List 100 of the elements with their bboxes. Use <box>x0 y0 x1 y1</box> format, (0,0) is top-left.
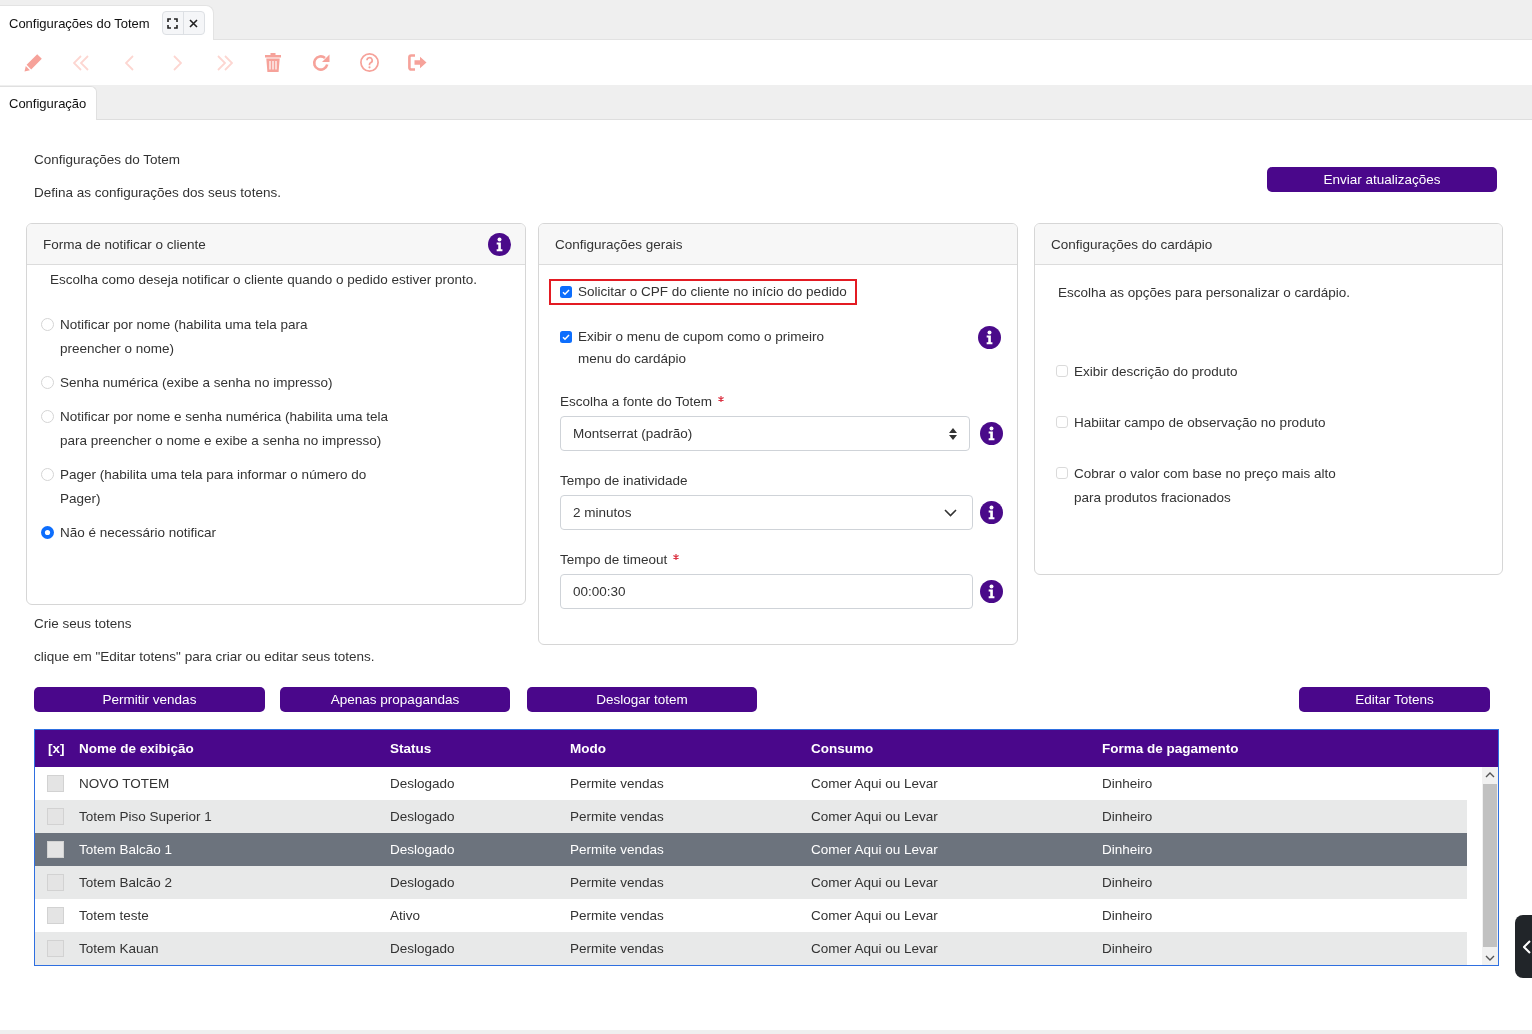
card-description: Escolha como deseja notificar o cliente quando o pedido estiver pronto. <box>50 271 479 289</box>
scrollbar[interactable] <box>1482 767 1498 965</box>
table-cell-text: Deslogado <box>390 776 456 791</box>
table-cell-text: Dinheiro <box>1102 809 1154 824</box>
column-header: Consumo <box>811 741 875 756</box>
table-cell-text: Permite vendas <box>570 842 665 857</box>
radio-button[interactable] <box>41 526 54 539</box>
chevron-down-icon[interactable] <box>1485 955 1495 961</box>
page-title: Configurações do Totem <box>34 151 182 169</box>
checkbox-label: Cobrar o valor com base no preço mais alto para produtos fracionados <box>1074 465 1336 507</box>
edit-totems-button[interactable]: Editar Totens <box>1299 687 1490 712</box>
info-icon[interactable] <box>488 232 511 256</box>
row-checkbox[interactable] <box>47 907 64 924</box>
table-cell-text: Dinheiro <box>1102 941 1154 956</box>
help-icon <box>359 53 379 72</box>
section-tab[interactable]: Configuração <box>0 86 98 120</box>
table-cell-text: Dinheiro <box>1102 908 1154 923</box>
table-cell-text: Permite vendas <box>570 941 665 956</box>
radio-label: Notificar por nome e senha numérica (habilita uma tela para preencher o nome e exibe a senha no impresso) <box>60 408 388 450</box>
checkbox[interactable] <box>1056 467 1068 479</box>
checkbox-label: Habiitar campo de observação no produto <box>1074 414 1326 432</box>
radio-button[interactable] <box>41 318 54 331</box>
card-title: Configurações do cardápio <box>1051 236 1213 252</box>
checkbox[interactable] <box>560 331 572 343</box>
radio-label: Notificar por nome (habilita uma tela para preencher o nome) <box>60 316 308 358</box>
row-checkbox[interactable] <box>47 775 64 792</box>
checkbox-label: Exibir descrição do produto <box>1074 363 1238 381</box>
table-cell-text: Ativo <box>390 908 421 923</box>
column-header: Modo <box>570 741 607 756</box>
sort-caret-icon <box>949 427 957 440</box>
checkbox[interactable] <box>1056 416 1068 428</box>
font-select[interactable]: Montserrat (padrão) <box>560 416 970 451</box>
column-header: Status <box>390 741 433 756</box>
radio-button[interactable] <box>41 410 54 423</box>
table-cell-text: Deslogado <box>390 809 456 824</box>
table-cell-text: Deslogado <box>390 842 456 857</box>
double-chevron-left-icon <box>73 54 89 71</box>
table-cell-text: Permite vendas <box>570 776 665 791</box>
table-row[interactable]: Totem Piso Superior 1 Deslogado Permite vendas Comer Aqui ou Levar Dinheiro <box>35 800 1467 833</box>
chevron-up-icon[interactable] <box>1485 772 1495 778</box>
action-button[interactable]: Permitir vendas <box>34 687 265 712</box>
refresh-icon <box>312 53 330 72</box>
double-chevron-right-icon <box>217 54 233 71</box>
expand-icon <box>167 17 179 29</box>
table-row[interactable]: Totem Kauan Deslogado Permite vendas Comer Aqui ou Levar Dinheiro <box>35 932 1467 965</box>
table-cell-text: Deslogado <box>390 875 456 890</box>
action-button[interactable]: Deslogar totem <box>527 687 757 712</box>
table-cell-text: Dinheiro <box>1102 875 1154 890</box>
chevron-left-icon <box>124 54 134 71</box>
table-cell-text: Totem teste <box>79 908 150 923</box>
info-icon[interactable] <box>980 422 1003 445</box>
table-cell-text: Permite vendas <box>570 908 665 923</box>
radio-label: Pager (habilita uma tela para informar o número do Pager) <box>60 466 367 508</box>
table-cell-text: Permite vendas <box>570 875 665 890</box>
window-tab[interactable]: Configurações do Totem <box>0 5 214 40</box>
close-icon <box>189 18 199 28</box>
chevron-down-icon <box>944 508 957 517</box>
chevron-left-icon <box>1523 939 1531 954</box>
radio-button[interactable] <box>41 376 54 389</box>
send-updates-button[interactable]: Enviar atualizações <box>1267 167 1497 192</box>
table-cell-text: Comer Aqui ou Levar <box>811 941 939 956</box>
table-cell-text: Dinheiro <box>1102 776 1154 791</box>
chevron-right-icon <box>172 54 182 71</box>
table-row[interactable]: Totem Balcão 2 Deslogado Permite vendas Comer Aqui ou Levar Dinheiro <box>35 866 1467 899</box>
table-cell-text: Comer Aqui ou Levar <box>811 908 939 923</box>
table-cell-text: Deslogado <box>390 941 456 956</box>
trash-icon <box>265 53 281 72</box>
checkbox-label: Exibir o menu de cupom como o primeiro menu do cardápio <box>578 328 825 368</box>
timeout-field[interactable]: 00:00:30 <box>560 574 973 609</box>
section-title: Crie seus totens <box>33 615 133 633</box>
column-header: Forma de pagamento <box>1102 741 1240 756</box>
page-subtitle: Defina as configurações dos seus totens. <box>34 184 281 202</box>
info-icon[interactable] <box>980 580 1003 603</box>
radio-label: Senha numérica (exibe a senha no impresso) <box>60 374 333 392</box>
checkbox[interactable] <box>560 286 572 298</box>
checkbox-label: Solicitar o CPF do cliente no início do pedido <box>578 283 847 301</box>
inactivity-select[interactable]: 2 minutos <box>560 495 973 530</box>
info-icon[interactable] <box>978 326 1001 349</box>
table-cell-text: Permite vendas <box>570 809 665 824</box>
table-row[interactable]: Totem Balcão 1 Deslogado Permite vendas Comer Aqui ou Levar Dinheiro <box>35 833 1467 866</box>
row-checkbox[interactable] <box>47 841 64 858</box>
card-description: Escolha as opções para personalizar o cardápio. <box>1058 284 1351 302</box>
card-title: Forma de notificar o cliente <box>43 236 206 252</box>
field-label: Tempo de timeout <box>560 551 668 569</box>
section-hint: clique em "Editar totens" para criar ou editar seus totens. <box>33 648 376 666</box>
table-cell-text: Totem Balcão 1 <box>79 842 174 857</box>
action-button[interactable]: Apenas propagandas <box>280 687 510 712</box>
radio-button[interactable] <box>41 468 54 481</box>
field-label: Tempo de inatividade <box>560 472 688 490</box>
select-all-toggle[interactable]: [x] <box>48 741 65 756</box>
checkbox[interactable] <box>1056 365 1068 377</box>
info-icon[interactable] <box>980 501 1003 524</box>
scrollbar-thumb[interactable] <box>1483 784 1497 947</box>
table-cell-text: Totem Piso Superior 1 <box>79 809 213 824</box>
table-cell-text: Totem Balcão 2 <box>79 875 174 890</box>
pencil-icon <box>23 53 43 72</box>
side-panel-toggle[interactable] <box>1515 915 1532 978</box>
radio-label: Não é necessário notificar <box>60 524 217 542</box>
table-cell-text: Totem Kauan <box>79 941 160 956</box>
field-label: Escolha a fonte do Totem <box>560 393 713 411</box>
